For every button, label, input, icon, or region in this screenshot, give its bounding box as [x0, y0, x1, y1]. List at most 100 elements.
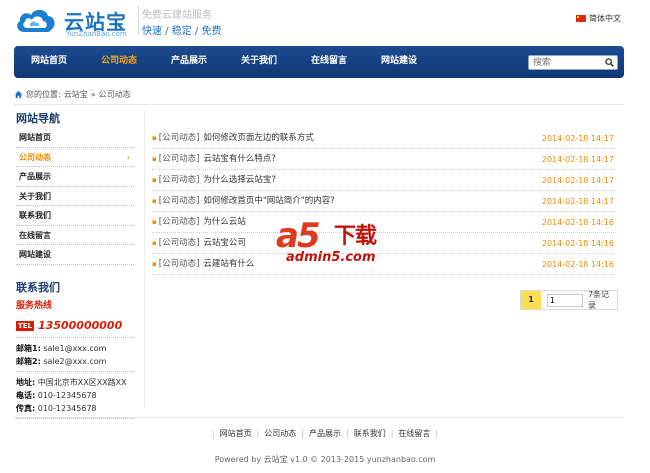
news-date: 2014-02-18 14:17 — [541, 176, 614, 185]
footer-separator: | — [390, 429, 394, 438]
footer-link-2[interactable]: 产品展示 — [309, 429, 341, 438]
sidebar-item-label: 联系我们 — [19, 211, 51, 220]
pagination: 1 7条记录 — [520, 290, 618, 310]
sidebar-item-5[interactable]: 在线留言 — [16, 226, 134, 245]
news-title-link[interactable]: 为什么云站 — [203, 217, 246, 227]
record-count: 7条记录 — [587, 290, 610, 310]
fax-row: 传真: 010-12345678 — [16, 402, 134, 415]
tel-row: TEL 13500000000 — [16, 318, 134, 334]
news-category[interactable]: [公司动态] — [159, 238, 200, 248]
sidebar-item-label: 在线留言 — [19, 230, 51, 240]
phone-value: 010-12345678 — [37, 390, 97, 400]
footer-divider — [14, 417, 624, 418]
phone-row: 电话: 010-12345678 — [16, 389, 134, 402]
email2-value: sale2@xxx.com — [43, 356, 107, 366]
sidebar-item-2[interactable]: 产品展示 — [16, 167, 134, 187]
page-current-button[interactable]: 1 — [521, 291, 541, 309]
sidebar-item-0[interactable]: 网站首页 — [16, 128, 134, 148]
sidebar-title: 网站导航 — [16, 112, 60, 125]
footer-link-1[interactable]: 公司动态 — [264, 429, 296, 438]
slogan-divider — [138, 6, 139, 34]
news-row[interactable]: ▪ [公司动态] 云站宝有什么特点? 2014-02-18 14:17 — [152, 149, 616, 170]
copyright: Powered by 云站宝 v1.0 © 2013-2015 yunzhanb… — [214, 455, 436, 464]
email1-row: 邮箱1: sale1@xxx.com — [16, 342, 134, 355]
sidebar-item-1[interactable]: 公司动态 › — [16, 148, 134, 167]
breadcrumb-current[interactable]: 公司动态 — [99, 89, 131, 100]
email1-value: sale1@xxx.com — [43, 343, 107, 353]
sidebar-item-6[interactable]: 网站建设 — [16, 245, 134, 265]
bullet-icon: ▪ — [152, 260, 157, 268]
watermark-download: 下载 — [334, 224, 377, 249]
bullet-icon: ▪ — [152, 176, 157, 184]
contact-title: 联系我们 — [16, 280, 60, 294]
sidebar-item-label: 网站建设 — [19, 250, 51, 259]
news-row[interactable]: ▪ [公司动态] 如何修改页面左边的联系方式 2014-02-18 14:17 — [152, 128, 616, 149]
breadcrumb-divider — [14, 104, 624, 105]
search-icon[interactable] — [605, 58, 614, 67]
header: 云站宝 YunZhanBao.com 免费云建站服务 快速 / 稳定 / 免费 … — [0, 0, 650, 46]
watermark: a5 下载 admin5.com — [276, 214, 402, 268]
chevron-right-icon: › — [126, 152, 130, 162]
sidebar-item-4[interactable]: 联系我们 — [16, 206, 134, 226]
page-jump-input[interactable] — [546, 293, 583, 307]
bullet-icon: ▪ — [152, 197, 157, 205]
news-category[interactable]: [公司动态] — [159, 133, 200, 143]
bullet-icon: ▪ — [152, 218, 157, 226]
breadcrumb: 您的位置: 云站宝 » 公司动态 — [14, 88, 131, 100]
news-date: 2014-02-18 14:16 — [541, 239, 614, 248]
footer-link-4[interactable]: 在线留言 — [398, 429, 430, 438]
footer-separator: | — [346, 429, 349, 438]
nav-item-2[interactable]: 产品展示 — [154, 46, 224, 78]
sidebar-item-label: 产品展示 — [19, 172, 51, 181]
sidebar-divider — [144, 110, 145, 408]
language-label: 简体中文 — [589, 14, 621, 23]
address-label: 地址: — [16, 377, 36, 387]
phone-label: 电话: — [16, 390, 36, 400]
sidebar-item-3[interactable]: 关于我们 — [16, 187, 134, 206]
search-input[interactable] — [529, 56, 601, 69]
news-category[interactable]: [公司动态] — [159, 154, 200, 164]
news-title-link[interactable]: 云站宝有什么特点? — [203, 154, 276, 164]
breadcrumb-prefix: 您的位置: — [26, 89, 61, 99]
nav-item-0[interactable]: 网站首页 — [14, 46, 84, 78]
news-category[interactable]: [公司动态] — [159, 175, 200, 185]
news-title-link[interactable]: 为什么选择云站宝? — [203, 175, 276, 185]
sidebar-item-label: 公司动态 — [19, 152, 51, 162]
news-date: 2014-02-18 14:17 — [541, 134, 614, 143]
footer-separator: | — [211, 429, 215, 438]
news-title-link[interactable]: 云建站有什么 — [203, 259, 254, 269]
bullet-icon: ▪ — [152, 155, 157, 163]
contact-divider — [16, 334, 134, 338]
nav-item-3[interactable]: 关于我们 — [224, 46, 294, 78]
news-title-link[interactable]: 如何修改页面左边的联系方式 — [203, 133, 314, 143]
slogan-top: 免费云建站服务 — [142, 10, 212, 21]
email2-row: 邮箱2: sale2@xxx.com — [16, 355, 134, 368]
logo-subtitle: YunZhanBao.com — [66, 30, 127, 38]
logo[interactable]: 云站宝 YunZhanBao.com — [14, 4, 134, 40]
news-title-link[interactable]: 如何修改首页中"网站简介"的内容? — [203, 196, 334, 206]
cloud-logo-icon — [17, 9, 55, 32]
fax-value: 010-12345678 — [37, 403, 97, 413]
news-row[interactable]: ▪ [公司动态] 为什么选择云站宝? 2014-02-18 14:17 — [152, 170, 616, 191]
footer-link-3[interactable]: 联系我们 — [354, 429, 386, 438]
breadcrumb-home[interactable]: 云站宝 — [64, 89, 88, 100]
watermark-url: admin5.com — [286, 250, 376, 265]
email1-label: 邮箱1: — [16, 343, 41, 353]
slogan-bottom: 快速 / 稳定 / 免费 — [142, 26, 222, 37]
china-flag-icon — [576, 15, 586, 22]
address-row: 地址: 中国北京市XX区XX路XX栋 — [16, 376, 134, 400]
nav-item-4[interactable]: 在线留言 — [294, 46, 364, 78]
language-switch[interactable]: 简体中文 — [576, 13, 621, 24]
nav-item-1[interactable]: 公司动态 — [84, 46, 154, 78]
news-row[interactable]: ▪ [公司动态] 如何修改首页中"网站简介"的内容? 2014-02-18 14:17 — [152, 191, 616, 212]
home-icon — [14, 90, 23, 98]
bullet-icon: ▪ — [152, 134, 157, 142]
news-category[interactable]: [公司动态] — [159, 217, 200, 227]
news-category[interactable]: [公司动态] — [159, 196, 200, 206]
footer-nav: | 网站首页 | 公司动态 | 产品展示 | 联系我们 | 在线留言 | — [0, 428, 650, 439]
nav-item-5[interactable]: 网站建设 — [364, 46, 434, 78]
news-category[interactable]: [公司动态] — [159, 259, 200, 269]
footer-link-0[interactable]: 网站首页 — [220, 429, 252, 438]
email2-label: 邮箱2: — [16, 356, 41, 366]
news-title-link[interactable]: 云站宝公司 — [203, 238, 246, 248]
